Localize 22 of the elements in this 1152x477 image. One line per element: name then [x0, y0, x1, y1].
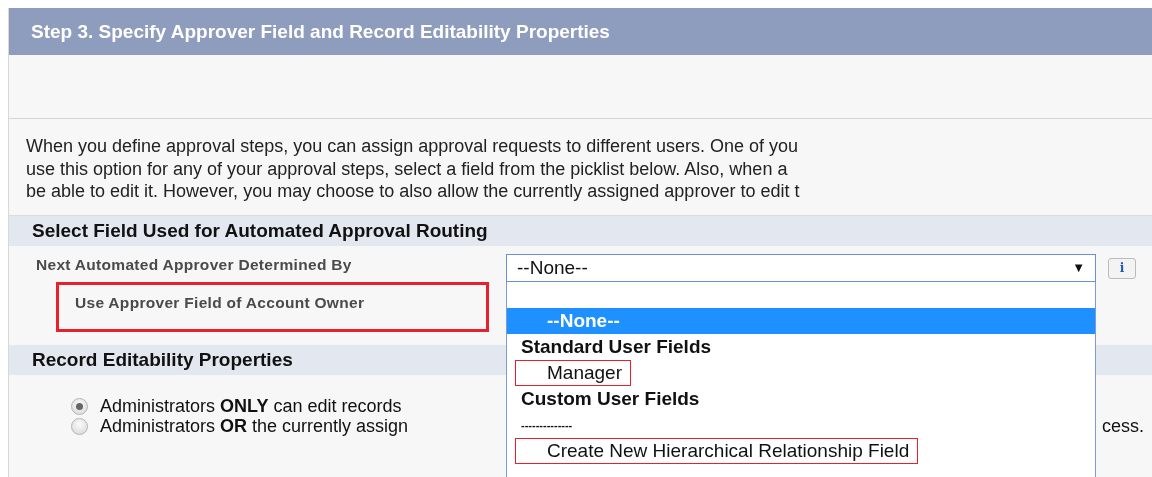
option-label: Use Approver Field of Account Owner	[75, 293, 365, 312]
radio-label: Administrators ONLY can edit records	[100, 396, 402, 417]
option-group-label: Custom User Fields	[520, 386, 701, 411]
separator-text: --------------	[520, 417, 574, 433]
section-heading: Select Field Used for Automated Approval Routing	[9, 215, 1152, 246]
radio-label: cess.	[1102, 416, 1144, 437]
highlight-frame: Manager	[515, 359, 631, 386]
field-label: Next Automated Approver Determined By	[36, 255, 353, 274]
section-title: Step 3. Specify Approver Field and Record Editability Properties	[9, 8, 1152, 55]
description-text: use this option for any of your approval steps, select a field from the picklist below. Also, when a	[26, 157, 789, 180]
dropdown-option[interactable]: Create New Hierarchical Relationship Field	[507, 437, 1095, 464]
dropdown-value: --None--	[517, 256, 588, 279]
info-button[interactable]: i	[1108, 257, 1136, 279]
radio-button[interactable]	[71, 418, 88, 435]
option-text: --None--	[547, 309, 620, 332]
dropdown-arrow: ▼	[1072, 260, 1085, 275]
description-text: When you define approval steps, you can assign approval requests to different users. One of you	[26, 135, 800, 158]
highlight-frame: Create New Hierarchical Relationship Field	[515, 437, 919, 464]
radio-button[interactable]	[71, 398, 88, 415]
description-text: be able to edit it. However, you may choose to also allow the currently assigned approver to edit t	[26, 180, 801, 203]
approver-dropdown[interactable]: --None-- ▼	[506, 253, 1096, 282]
radio-label: Administrators OR the currently assign	[100, 416, 409, 437]
